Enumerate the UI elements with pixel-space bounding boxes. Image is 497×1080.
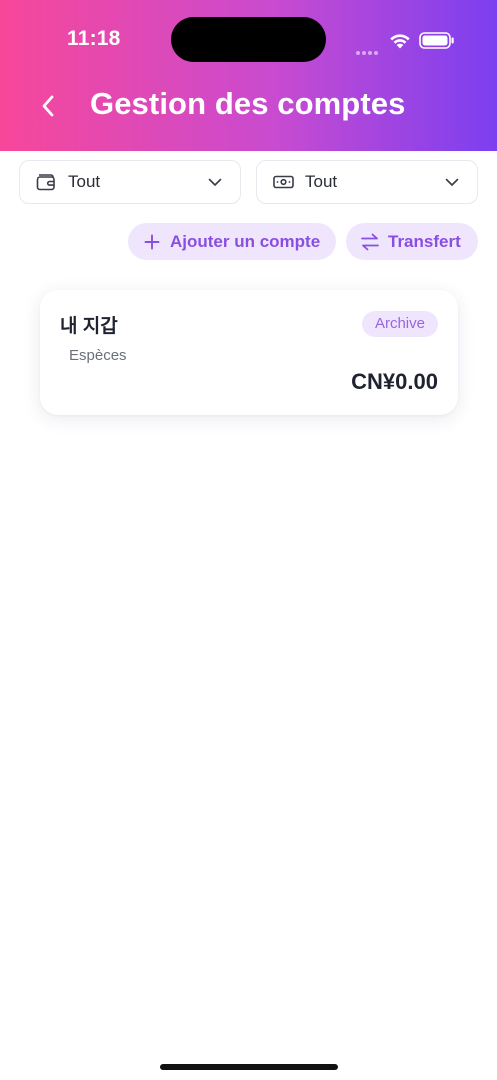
account-card[interactable]: 내 지갑 Espèces Archive CN¥0.00 [40,290,458,415]
page-title: Gestion des comptes [90,86,406,121]
transfer-label: Transfert [388,231,461,251]
chevron-left-icon [42,95,54,117]
account-type-filter[interactable]: Tout [19,160,241,204]
status-time: 11:18 [67,27,121,50]
chevron-down-icon [445,175,459,189]
transfer-arrows-icon [360,232,380,252]
status-bar: 11:18 [0,0,497,80]
currency-filter-label: Tout [305,172,338,191]
battery-icon [419,32,454,49]
dynamic-island [171,17,326,62]
back-button[interactable] [30,88,66,124]
account-type-filter-label: Tout [68,172,101,191]
add-account-label: Ajouter un compte [170,231,321,251]
plus-icon [142,232,162,252]
chevron-down-icon [208,175,222,189]
wifi-icon [390,34,410,49]
account-name: 내 지갑 [60,316,118,337]
account-balance: CN¥0.00 [351,369,438,394]
account-type: Espèces [69,347,127,364]
banknote-icon [273,171,295,193]
wallet-icon [36,171,58,193]
cellular-signal-icon [356,42,382,55]
currency-filter[interactable]: Tout [256,160,478,204]
add-account-button[interactable]: Ajouter un compte [128,223,336,260]
account-management-screen: 11:18 Gestion des comptes Tout Tout Ajou… [0,0,497,1080]
transfer-button[interactable]: Transfert [346,223,478,260]
archive-badge[interactable]: Archive [361,311,438,337]
header: 11:18 Gestion des comptes [0,0,497,151]
home-indicator[interactable] [160,1064,338,1070]
